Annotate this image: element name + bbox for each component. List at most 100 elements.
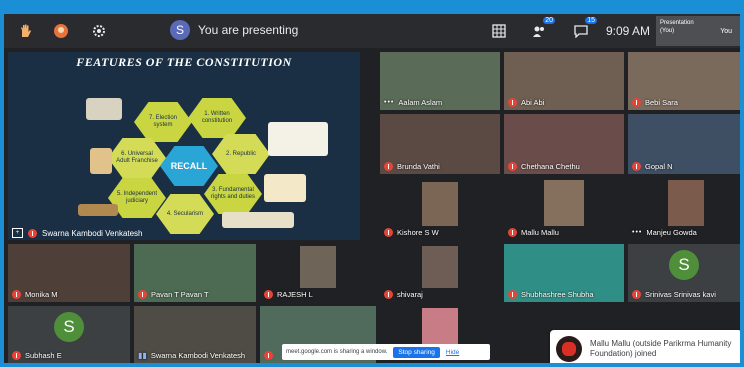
participant-label: Chethana Chethu (508, 162, 580, 171)
hex-fundamental-rights: 3. Fundamental rights and duties (204, 174, 262, 214)
speaking-icon: ▮▮ (138, 351, 147, 360)
participant-tile[interactable]: Bebi Sara (628, 52, 740, 110)
participant-tile[interactable]: Chethana Chethu (504, 114, 624, 174)
participant-label: shivaraj (384, 290, 423, 299)
mic-off-icon (632, 162, 641, 171)
participant-label: Monika M (12, 290, 58, 299)
participant-label: ••• Aalam Aslam (384, 98, 443, 107)
stop-sharing-button[interactable]: Stop sharing (393, 346, 440, 358)
hex-written-constitution: 1. Written constitution (188, 98, 246, 138)
crowd-clipart (222, 212, 294, 228)
participant-label: ▮▮ Swarna Kambodi Venkatesh (138, 351, 246, 360)
mic-off-icon (384, 228, 393, 237)
gavel-clipart (78, 204, 118, 216)
participant-tile[interactable]: ••• Manjeu Gowda (628, 178, 740, 240)
participant-tile[interactable]: ••• Aalam Aslam (380, 52, 500, 110)
people-clipart (264, 174, 306, 202)
participant-label (264, 351, 277, 360)
participant-label: Pavan T Pavan T (138, 290, 209, 299)
participant-video (422, 308, 458, 348)
mic-off-icon (632, 98, 641, 107)
participant-label: Mallu Mallu (508, 228, 559, 237)
presenting-indicator[interactable]: S You are presenting (170, 20, 298, 40)
participant-video (422, 182, 458, 226)
clock: 9:09 AM (606, 24, 651, 38)
participant-tile[interactable]: Kishore S W (380, 178, 500, 240)
participant-video (668, 180, 704, 226)
participant-video (300, 246, 336, 288)
mic-off-icon (384, 290, 393, 299)
classroom-clipart (268, 122, 328, 156)
self-tile-line3: You (720, 28, 732, 35)
participant-label: Gopal N (632, 162, 673, 171)
sharing-toast: meet.google.com is sharing a window. Sto… (282, 344, 490, 360)
mic-off-icon (12, 290, 21, 299)
mic-off-icon (28, 228, 37, 238)
participant-video (422, 246, 458, 288)
participant-tile[interactable]: Abi Abi (504, 52, 624, 110)
participant-label: Srinivas Srinivas kavi (632, 290, 716, 299)
mic-off-icon (508, 290, 517, 299)
participant-label: Abi Abi (508, 98, 544, 107)
participant-tile[interactable]: Pavan T Pavan T (134, 244, 256, 302)
participant-label: Subhash E (12, 351, 62, 360)
presentation-tile[interactable]: FEATURES OF THE CONSTITUTION 7. Election… (8, 52, 360, 240)
people-icon[interactable]: 20 (528, 17, 555, 42)
presenter-caption: + Swarna Kambodi Venkatesh (12, 228, 143, 238)
organization-logo (556, 336, 582, 362)
chat-count-badge: 15 (585, 17, 597, 24)
hex-secularism: 4. Secularism (156, 194, 214, 234)
self-view-tile[interactable]: Presentation (You) You (656, 16, 740, 46)
mic-off-icon (632, 290, 641, 299)
participant-tile[interactable]: Gopal N (628, 114, 740, 174)
settings-icon[interactable] (88, 20, 110, 42)
mic-off-icon (508, 98, 517, 107)
recall-center: RECALL (160, 146, 218, 186)
slide-title: FEATURES OF THE CONSTITUTION (76, 55, 292, 69)
presenter-avatar: S (170, 20, 190, 40)
join-notification: Mallu Mallu (outside Parikrma Humanity F… (550, 330, 740, 363)
mic-off-icon (138, 290, 147, 299)
presenting-label: You are presenting (198, 23, 299, 37)
effects-icon[interactable] (50, 20, 72, 42)
participant-label: Kishore S W (384, 228, 439, 237)
mic-off-icon (264, 290, 273, 299)
participant-avatar: S (669, 250, 699, 280)
hex-republic: 2. Republic (212, 134, 270, 174)
mic-off-icon (508, 162, 517, 171)
participant-tile[interactable]: S Subhash E (8, 306, 130, 363)
present-screen-icon: + (12, 228, 23, 238)
sharing-toast-text: meet.google.com is sharing a window. (286, 349, 388, 355)
participant-avatar: S (54, 312, 84, 342)
participant-tile[interactable]: Monika M (8, 244, 130, 302)
participant-tile[interactable]: S Srinivas Srinivas kavi (628, 244, 740, 302)
participant-tile[interactable]: Shubhashree Shubha (504, 244, 624, 302)
presenter-name: Swarna Kambodi Venkatesh (42, 228, 143, 238)
participant-tile[interactable]: RAJESH L (260, 244, 376, 302)
self-tile-line1: Presentation (660, 20, 694, 26)
more-options-icon[interactable]: ••• (384, 99, 394, 106)
participant-label: Bebi Sara (632, 98, 678, 107)
top-bar: S You are presenting 20 15 9:09 AM Prese… (4, 14, 740, 48)
self-tile-line2: (You) (660, 28, 675, 34)
raise-hand-icon[interactable] (14, 20, 36, 42)
participant-tile[interactable]: ▮▮ Swarna Kambodi Venkatesh (134, 306, 256, 363)
mic-off-icon (508, 228, 517, 237)
people-count-badge: 20 (543, 17, 555, 24)
mic-off-icon (12, 351, 21, 360)
mic-off-icon (384, 162, 393, 171)
participant-tile[interactable]: Brunda Vathi (380, 114, 500, 174)
participant-label: Shubhashree Shubha (508, 290, 594, 299)
hand-clipart (90, 148, 112, 174)
hex-election-system: 7. Election system (134, 102, 192, 142)
grid-layout-icon[interactable] (488, 20, 510, 42)
meet-window: S You are presenting 20 15 9:09 AM Prese… (4, 14, 740, 363)
notification-text: Mallu Mallu (outside Parikrma Humanity F… (590, 339, 732, 358)
chat-icon[interactable]: 15 (570, 17, 597, 42)
participant-tile[interactable]: shivaraj (380, 244, 500, 302)
participant-tile[interactable]: Mallu Mallu (504, 178, 624, 240)
more-options-icon[interactable]: ••• (632, 229, 642, 236)
participant-label: RAJESH L (264, 290, 313, 299)
hide-toast-button[interactable]: Hide (446, 349, 459, 356)
ballot-clipart (86, 98, 122, 120)
